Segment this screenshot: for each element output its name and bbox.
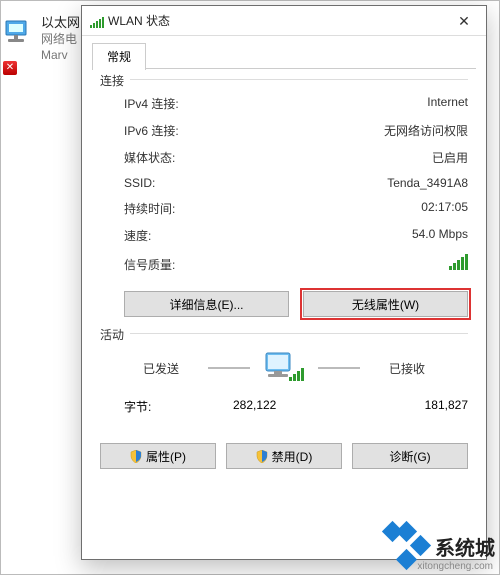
bg-ethernet-item[interactable]: 以太网 网络电 Marv <box>5 15 80 63</box>
error-x-icon: ✕ <box>3 61 17 75</box>
duration-label: 持续时间: <box>124 200 175 217</box>
media-value: 已启用 <box>432 149 468 166</box>
watermark-text: 系统城 <box>435 532 495 561</box>
signal-bars-icon <box>449 255 468 270</box>
media-label: 媒体状态: <box>124 149 175 166</box>
speed-value: 54.0 Mbps <box>412 227 468 244</box>
recv-bytes: 181,827 <box>358 398 468 415</box>
recv-label: 已接收 <box>372 360 442 377</box>
ipv6-value: 无网络访问权限 <box>384 122 468 139</box>
watermark: 系统城 xitongcheng.com <box>385 524 495 568</box>
bg-line3: Marv <box>41 47 80 63</box>
wlan-status-dialog: WLAN 状态 ✕ 常规 连接 IPv4 连接: Internet IPv6 连… <box>81 5 487 560</box>
sent-bytes: 282,122 <box>151 398 358 415</box>
window-title: WLAN 状态 <box>108 12 170 29</box>
tab-general[interactable]: 常规 <box>92 43 146 70</box>
close-button[interactable]: ✕ <box>442 6 486 36</box>
bg-line2: 网络电 <box>41 31 80 47</box>
shield-icon <box>130 450 142 463</box>
connection-group: 连接 IPv4 连接: Internet IPv6 连接: 无网络访问权限 媒体… <box>100 79 468 321</box>
properties-button[interactable]: 属性(P) <box>100 443 216 469</box>
netactivity-pc-icon <box>262 350 306 386</box>
ipv4-label: IPv4 连接: <box>124 95 179 112</box>
ssid-value: Tenda_3491A8 <box>387 176 468 190</box>
shield-icon <box>256 450 268 463</box>
wireless-properties-button[interactable]: 无线属性(W) <box>303 291 468 317</box>
wifi-icon <box>90 13 104 28</box>
disable-button[interactable]: 禁用(D) <box>226 443 342 469</box>
sent-label: 已发送 <box>126 360 196 377</box>
bg-title: 以太网 <box>41 15 80 31</box>
activity-group: 活动 已发送 <box>100 333 468 417</box>
ethernet-icon <box>5 15 35 49</box>
ipv6-label: IPv6 连接: <box>124 122 179 139</box>
duration-value: 02:17:05 <box>421 200 468 217</box>
signal-label: 信号质量: <box>124 256 175 273</box>
activity-legend: 活动 <box>100 326 130 343</box>
ssid-label: SSID: <box>124 176 155 190</box>
speed-label: 速度: <box>124 227 151 244</box>
ipv4-value: Internet <box>427 95 468 112</box>
watermark-url: xitongcheng.com <box>417 561 493 572</box>
diagnose-button[interactable]: 诊断(G) <box>352 443 468 469</box>
connection-legend: 连接 <box>100 72 130 89</box>
titlebar: WLAN 状态 ✕ <box>82 6 486 36</box>
tab-bar: 常规 <box>82 36 486 69</box>
bytes-label: 字节: <box>124 398 151 415</box>
details-button[interactable]: 详细信息(E)... <box>124 291 289 317</box>
